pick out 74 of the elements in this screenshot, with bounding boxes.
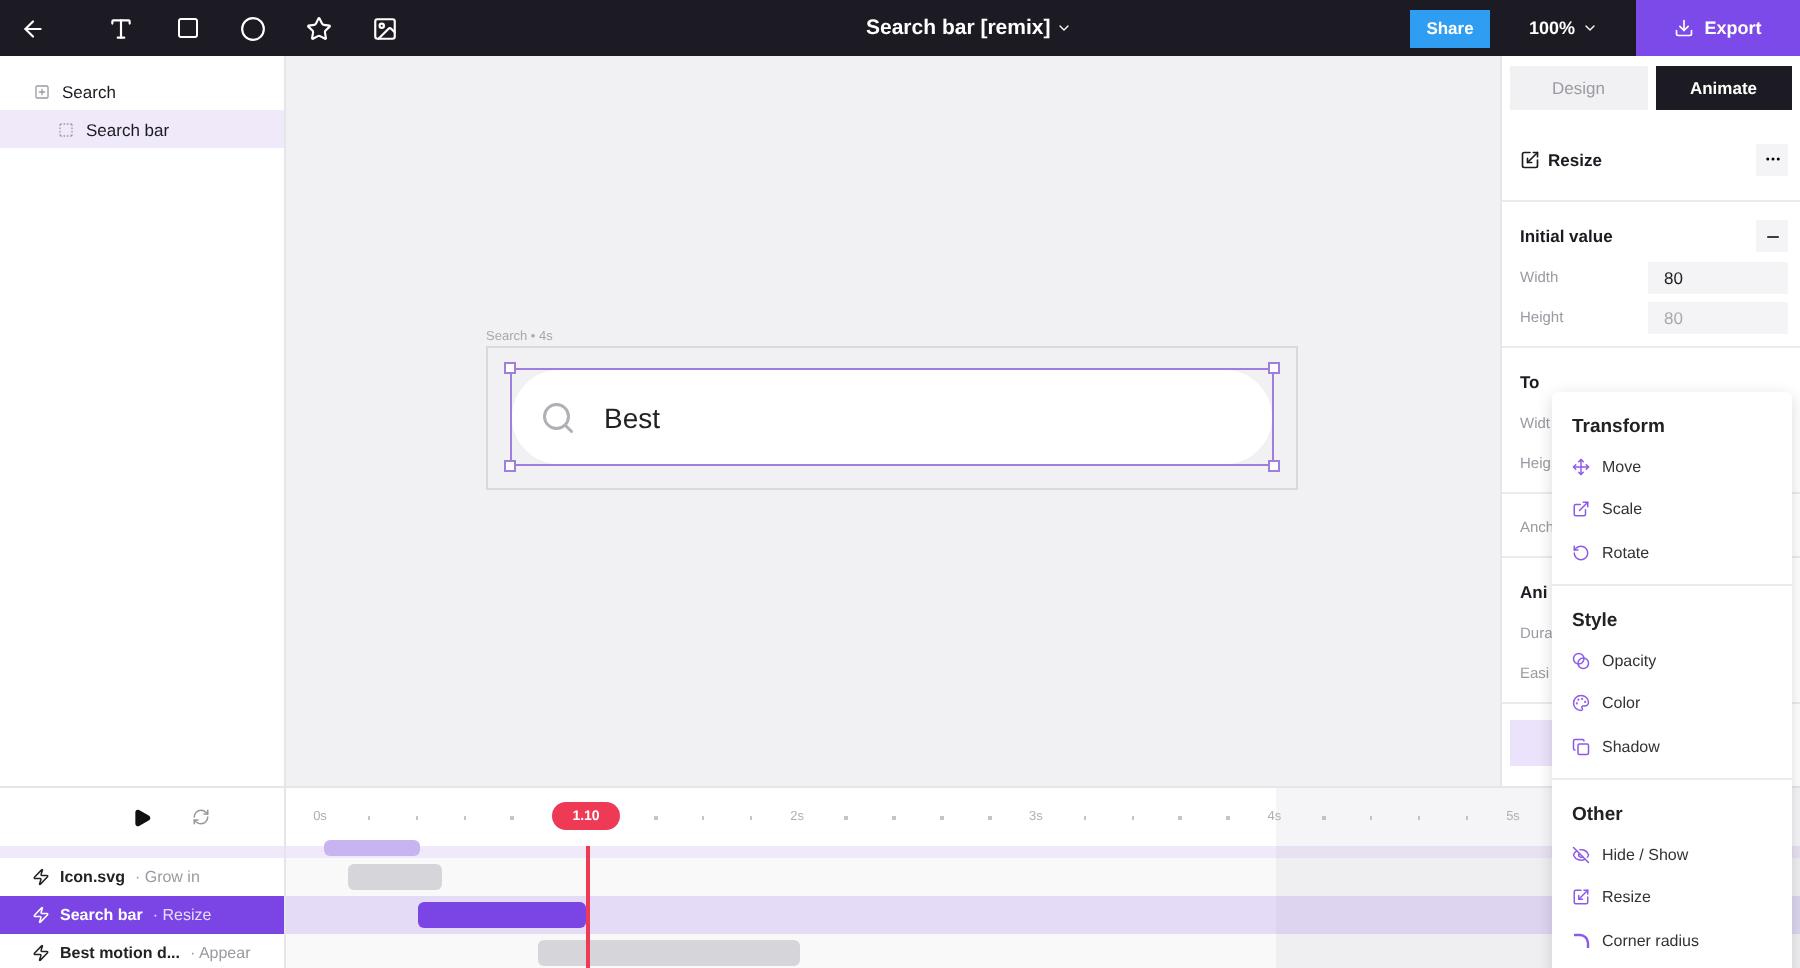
menu-heading: Style xyxy=(1572,609,1620,632)
menu-item-label: Hide / Show xyxy=(1602,845,1689,864)
resize-icon xyxy=(1572,888,1590,907)
track-name: Icon.svg xyxy=(60,868,125,886)
track-name: Search bar xyxy=(60,906,143,924)
menu-item[interactable]: Resize xyxy=(1572,876,1792,919)
corner-icon xyxy=(1572,931,1590,950)
circle-icon xyxy=(240,15,266,41)
menu-item-label: Scale xyxy=(1602,500,1643,519)
document-title[interactable]: Search bar [remix] xyxy=(866,16,1073,40)
group-icon xyxy=(34,83,50,99)
play-button[interactable] xyxy=(132,807,152,827)
menu-item-label: Move xyxy=(1602,458,1642,477)
section-title: To xyxy=(1520,372,1540,392)
menu-item-label: Opacity xyxy=(1602,652,1657,671)
resize-handle[interactable] xyxy=(504,460,516,472)
collapse-button[interactable] xyxy=(1756,220,1788,252)
lightning-icon xyxy=(32,944,50,962)
menu-item-label: Color xyxy=(1602,694,1641,713)
more-button[interactable] xyxy=(1756,143,1788,175)
resize-icon xyxy=(1520,149,1540,169)
layer-label: Search bar xyxy=(86,119,170,139)
rotate-icon xyxy=(1572,543,1590,562)
external-arrow-icon xyxy=(1572,500,1590,519)
zoom-dropdown[interactable]: 100% xyxy=(1490,16,1636,40)
menu-item[interactable]: Shadow xyxy=(1572,724,1792,768)
menu-item-label: Shadow xyxy=(1602,737,1660,756)
loop-button[interactable] xyxy=(192,808,210,826)
menu-item-label: Rotate xyxy=(1602,543,1650,562)
rectangle-icon xyxy=(175,16,199,40)
menu-item[interactable]: Color xyxy=(1572,682,1792,725)
resize-handle[interactable] xyxy=(504,362,516,374)
number-field[interactable]: 80 xyxy=(1648,261,1788,293)
layer-item[interactable]: Search xyxy=(0,72,284,110)
caret-icon xyxy=(1056,20,1073,36)
menu-item[interactable]: Hide / Show xyxy=(1572,833,1792,877)
move-icon xyxy=(1572,458,1590,477)
export-button[interactable]: Export xyxy=(1636,0,1800,56)
search-icon xyxy=(540,399,576,435)
panel-tab[interactable]: Animate xyxy=(1655,66,1792,110)
menu-item[interactable]: Corner radius xyxy=(1572,918,1792,962)
back-arrow-icon xyxy=(20,15,46,41)
palette-icon xyxy=(1572,694,1590,713)
menu-item[interactable]: Opacity xyxy=(1572,639,1792,683)
eye-off-icon xyxy=(1572,845,1590,864)
caret-icon xyxy=(1581,20,1598,36)
track-action: · Resize xyxy=(152,906,212,924)
menu-heading: Transform xyxy=(1572,416,1667,438)
animation-title: Resize xyxy=(1520,149,1602,169)
text-icon xyxy=(108,15,134,41)
lightning-icon xyxy=(32,868,50,886)
menu-item-label: Resize xyxy=(1602,888,1651,907)
download-icon xyxy=(1674,18,1695,38)
track-name: Best motion d... xyxy=(60,944,180,962)
blend-icon xyxy=(1572,652,1590,671)
track-action: · Grow in xyxy=(134,868,200,886)
section-title: Initial value xyxy=(1520,226,1613,246)
lightning-icon xyxy=(32,906,50,924)
resize-handle[interactable] xyxy=(1268,460,1280,472)
layer-item[interactable]: Search bar xyxy=(0,110,284,148)
track-row[interactable]: Search bar · Resize xyxy=(0,896,284,934)
copy-icon xyxy=(1572,737,1590,756)
menu-heading: Other xyxy=(1572,803,1625,826)
track-action: · Appear xyxy=(190,944,251,962)
image-icon xyxy=(372,15,398,41)
search-text: Best xyxy=(604,401,661,433)
resize-handle[interactable] xyxy=(1268,362,1280,374)
menu-item[interactable]: Rotate xyxy=(1572,531,1792,574)
menu-item-label: Corner radius xyxy=(1602,931,1699,950)
layer-label: Search xyxy=(62,81,116,101)
star-icon xyxy=(306,15,332,41)
menu-item[interactable]: Scale xyxy=(1572,488,1792,532)
section-title: Ani xyxy=(1520,582,1548,602)
menu-item[interactable]: Move xyxy=(1572,446,1792,489)
